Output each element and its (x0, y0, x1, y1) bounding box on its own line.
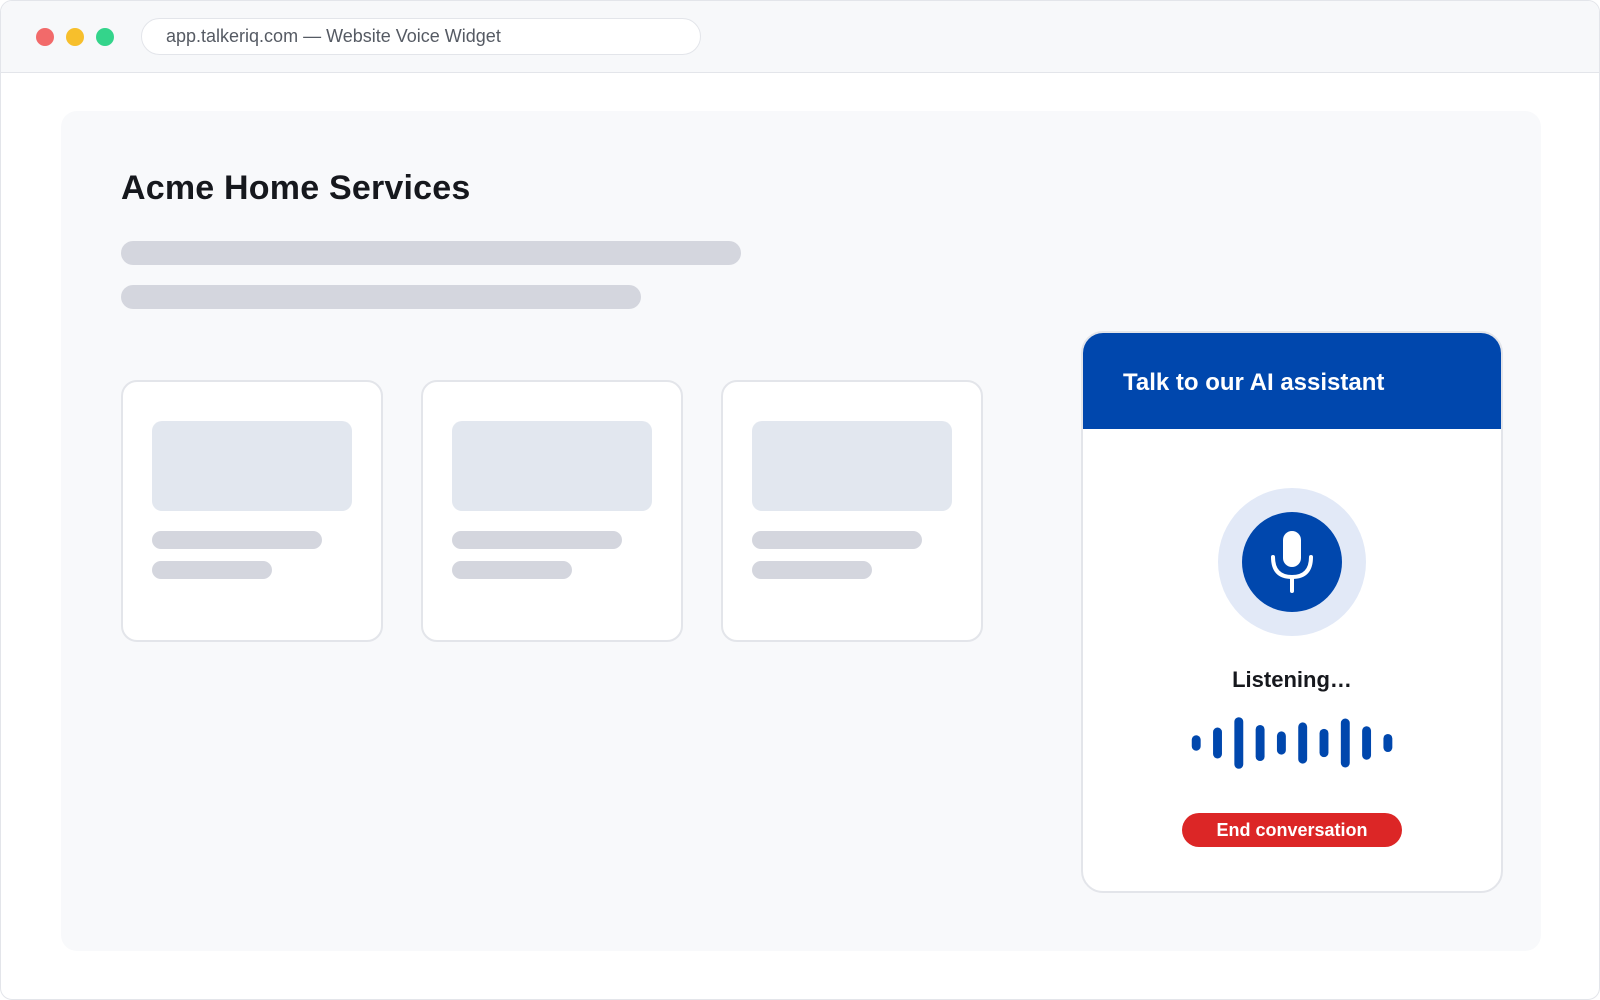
card-text-placeholder (152, 531, 322, 549)
card-image-placeholder (152, 421, 352, 511)
waveform-bar (1255, 724, 1265, 762)
microphone-halo (1218, 488, 1366, 636)
browser-titlebar: app.talkeriq.com — Website Voice Widget (1, 1, 1599, 73)
waveform-bar (1340, 718, 1350, 768)
voice-widget: Talk to our AI assistant Listening… End … (1081, 331, 1503, 893)
content-card (121, 380, 383, 642)
card-text-placeholder (452, 531, 622, 549)
close-window-button[interactable] (36, 28, 54, 46)
website-page: Acme Home Services Talk to our AI assist… (61, 111, 1541, 951)
microphone-icon (1271, 531, 1313, 593)
waveform-bar (1383, 733, 1393, 753)
waveform-bar (1362, 726, 1372, 760)
waveform-bar (1213, 727, 1222, 759)
text-placeholder-line (121, 241, 741, 265)
waveform-bar (1319, 728, 1329, 758)
content-card (721, 380, 983, 642)
minimize-window-button[interactable] (66, 28, 84, 46)
content-card (421, 380, 683, 642)
address-bar[interactable]: app.talkeriq.com — Website Voice Widget (141, 18, 701, 55)
text-placeholder-line (121, 285, 641, 309)
end-conversation-button[interactable]: End conversation (1182, 813, 1402, 847)
listening-status: Listening… (1232, 667, 1352, 692)
card-text-placeholder (752, 561, 872, 579)
browser-window: app.talkeriq.com — Website Voice Widget … (0, 0, 1600, 1000)
card-image-placeholder (452, 421, 652, 511)
waveform-bar (1276, 731, 1286, 755)
voice-widget-header: Talk to our AI assistant (1083, 333, 1501, 429)
address-bar-text: app.talkeriq.com — Website Voice Widget (166, 26, 501, 46)
card-text-placeholder (152, 561, 272, 579)
waveform-bar (1191, 735, 1201, 751)
page-title: Acme Home Services (121, 169, 471, 207)
card-text-placeholder (752, 531, 922, 549)
maximize-window-button[interactable] (96, 28, 114, 46)
microphone-button[interactable] (1242, 512, 1342, 612)
waveform-bar (1234, 717, 1244, 769)
card-image-placeholder (752, 421, 952, 511)
card-text-placeholder (452, 561, 572, 579)
audio-waveform (1191, 717, 1393, 769)
waveform-bar (1298, 722, 1308, 764)
voice-widget-title: Talk to our AI assistant (1123, 369, 1385, 396)
